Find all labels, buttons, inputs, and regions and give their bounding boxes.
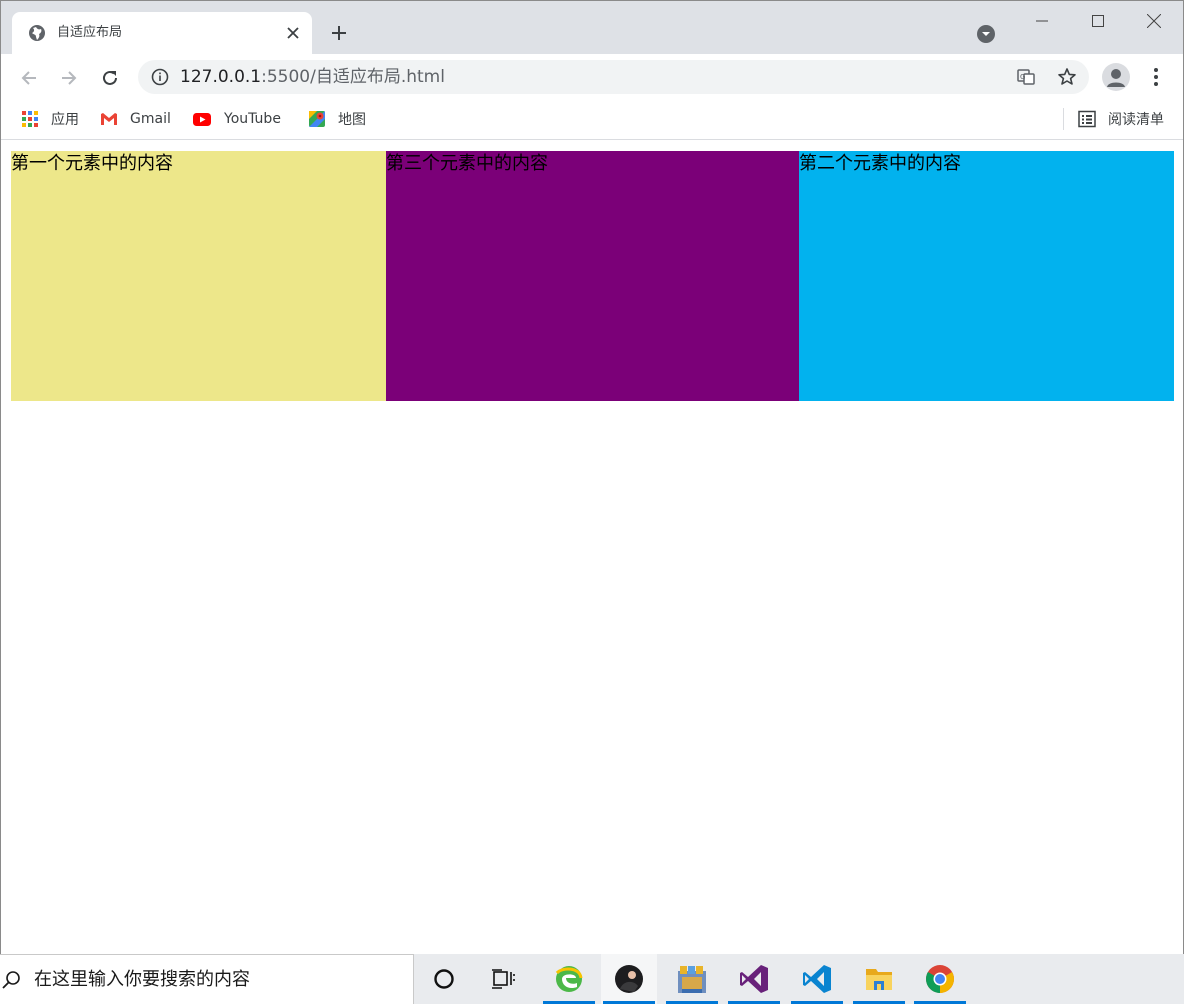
store-app-icon <box>678 966 706 993</box>
bookmark-label: 地图 <box>338 112 366 128</box>
youtube-icon <box>193 113 211 126</box>
bookmark-maps[interactable]: 地图 <box>308 108 366 130</box>
maximize-icon <box>1092 15 1104 27</box>
new-tab-button[interactable] <box>327 21 351 45</box>
second-element-box: 第二个元素中的内容 <box>799 151 1174 401</box>
file-explorer-icon <box>866 969 892 990</box>
window-close-button[interactable] <box>1125 1 1183 41</box>
profile-avatar[interactable] <box>1102 63 1130 91</box>
bookmark-apps[interactable]: 应用 <box>21 108 79 130</box>
maximize-button[interactable] <box>1069 1 1127 41</box>
url-path: :5500/自适应布局.html <box>261 67 445 87</box>
minimize-button[interactable] <box>1013 1 1071 41</box>
person-icon <box>1107 69 1125 87</box>
url-host: 127.0.0.1 <box>180 67 262 87</box>
search-placeholder: 在这里输入你要搜索的内容 <box>34 969 250 990</box>
plus-icon <box>332 26 346 40</box>
task-view-button[interactable] <box>476 954 532 1004</box>
first-element-box: 第一个元素中的内容 <box>11 151 386 401</box>
svg-text:G: G <box>1020 73 1025 81</box>
vscode-icon <box>803 965 831 993</box>
taskbar-search[interactable]: 在这里输入你要搜索的内容 <box>0 954 414 1004</box>
task-view-icon <box>492 969 515 989</box>
tab-search-icon[interactable] <box>976 24 996 44</box>
visual-studio-icon <box>740 965 768 993</box>
info-icon[interactable] <box>151 68 169 86</box>
flex-container: 第一个元素中的内容 第三个元素中的内容 第二个元素中的内容 <box>11 151 1174 401</box>
apps-grid-icon <box>22 111 38 127</box>
reading-list-label: 阅读清单 <box>1108 112 1164 128</box>
reload-button[interactable] <box>96 64 124 92</box>
taskbar-vscode[interactable] <box>789 954 845 1004</box>
tab-strip: 自适应布局 <box>1 1 1183 54</box>
chrome-icon <box>926 965 954 993</box>
cortana-button[interactable] <box>416 954 472 1004</box>
page-viewport: 第一个元素中的内容 第三个元素中的内容 第二个元素中的内容 <box>1 141 1183 954</box>
taskbar-file-explorer[interactable] <box>851 954 907 1004</box>
star-icon[interactable] <box>1057 67 1077 87</box>
taskbar-edge[interactable] <box>541 954 597 1004</box>
minimize-icon <box>1036 20 1048 22</box>
bookmark-youtube[interactable]: YouTube <box>192 108 281 130</box>
url-text[interactable]: 127.0.0.1:5500/自适应布局.html <box>180 66 445 88</box>
address-bar[interactable]: 127.0.0.1:5500/自适应布局.html G <box>138 60 1089 94</box>
avatar-app-icon <box>615 965 643 993</box>
bookmark-label: 应用 <box>51 112 79 128</box>
taskbar-chrome[interactable] <box>912 954 968 1004</box>
arrow-left-icon <box>21 71 36 85</box>
gmail-icon <box>101 113 117 125</box>
bookmarks-bar: 应用 Gmail YouTube 地图 阅读清单 <box>1 100 1183 140</box>
third-element-box: 第三个元素中的内容 <box>386 151 799 401</box>
globe-icon <box>29 25 45 41</box>
close-icon <box>287 27 299 39</box>
reading-list-button[interactable]: 阅读清单 <box>1078 108 1164 130</box>
taskbar-store-app[interactable] <box>664 954 720 1004</box>
edge-icon <box>555 966 583 992</box>
reading-list-icon <box>1078 110 1096 128</box>
reload-icon <box>103 70 117 85</box>
translate-icon[interactable]: G <box>1016 67 1036 87</box>
forward-button[interactable] <box>55 64 83 92</box>
bookmarks-divider <box>1063 108 1064 130</box>
search-icon <box>2 971 20 989</box>
back-button[interactable] <box>15 64 43 92</box>
bookmark-label: Gmail <box>130 111 171 127</box>
bookmark-label: YouTube <box>224 111 281 127</box>
tab-active[interactable]: 自适应布局 <box>12 12 312 54</box>
browser-toolbar: 127.0.0.1:5500/自适应布局.html G <box>1 54 1183 100</box>
maps-icon <box>309 111 325 127</box>
arrow-right-icon <box>62 71 77 85</box>
taskbar-visual-studio[interactable] <box>726 954 782 1004</box>
cortana-icon <box>434 969 454 989</box>
browser-window: 自适应布局 127.0.0.1:5500/自适应布局.html G 应用 Gma… <box>0 0 1184 954</box>
tab-close-button[interactable] <box>282 22 304 44</box>
tab-title: 自适应布局 <box>57 25 123 40</box>
more-menu-icon[interactable] <box>1146 66 1166 88</box>
bookmark-gmail[interactable]: Gmail <box>100 108 171 130</box>
taskbar-avatar-app[interactable] <box>601 954 657 1004</box>
close-icon <box>1147 14 1161 28</box>
taskbar: 在这里输入你要搜索的内容 <box>0 954 1184 1004</box>
